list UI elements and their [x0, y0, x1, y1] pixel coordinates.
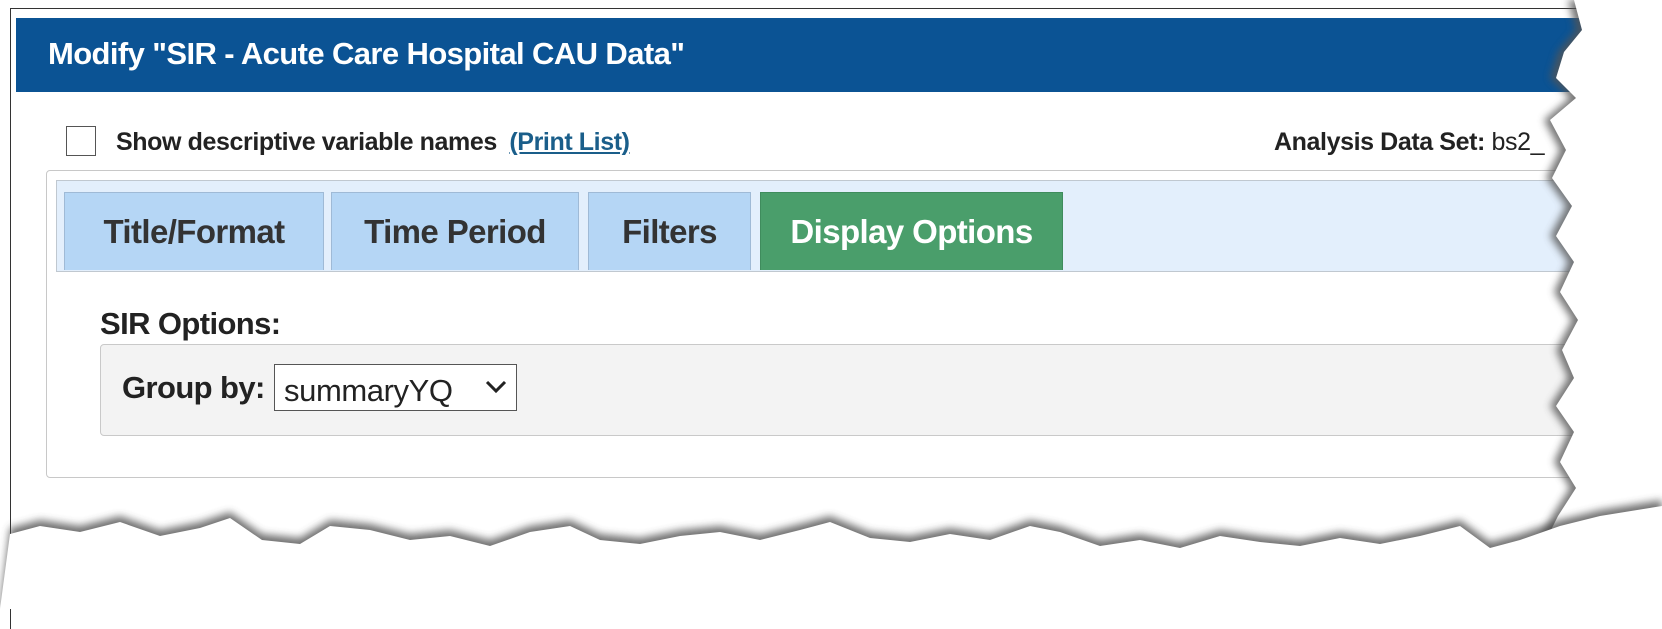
chevron-down-icon	[485, 380, 507, 394]
print-list-link[interactable]: (Print List)	[509, 128, 630, 156]
tab-filters[interactable]: Filters	[588, 192, 751, 270]
analysis-dataset-value: bs2_	[1491, 128, 1545, 156]
dialog-title-bar: Modify "SIR - Acute Care Hospital CAU Da…	[16, 18, 1662, 92]
analysis-dataset-label: Analysis Data Set:	[1274, 128, 1485, 156]
descriptive-names-checkbox[interactable]	[66, 126, 96, 156]
group-by-value: summaryYQ	[284, 373, 453, 408]
descriptive-names-label: Show descriptive variable names (Print L…	[116, 128, 630, 157]
dialog-title: Modify "SIR - Acute Care Hospital CAU Da…	[48, 36, 685, 71]
descriptive-names-text: Show descriptive variable names	[116, 128, 497, 156]
sir-options-heading: SIR Options:	[100, 306, 281, 341]
group-by-label: Group by:	[122, 370, 265, 405]
tab-display-options[interactable]: Display Options	[760, 192, 1063, 270]
tab-time-period[interactable]: Time Period	[331, 192, 579, 270]
analysis-dataset: Analysis Data Set: bs2_	[1274, 128, 1545, 157]
group-by-select[interactable]: summaryYQ	[274, 364, 517, 411]
tab-title-format[interactable]: Title/Format	[64, 192, 324, 270]
